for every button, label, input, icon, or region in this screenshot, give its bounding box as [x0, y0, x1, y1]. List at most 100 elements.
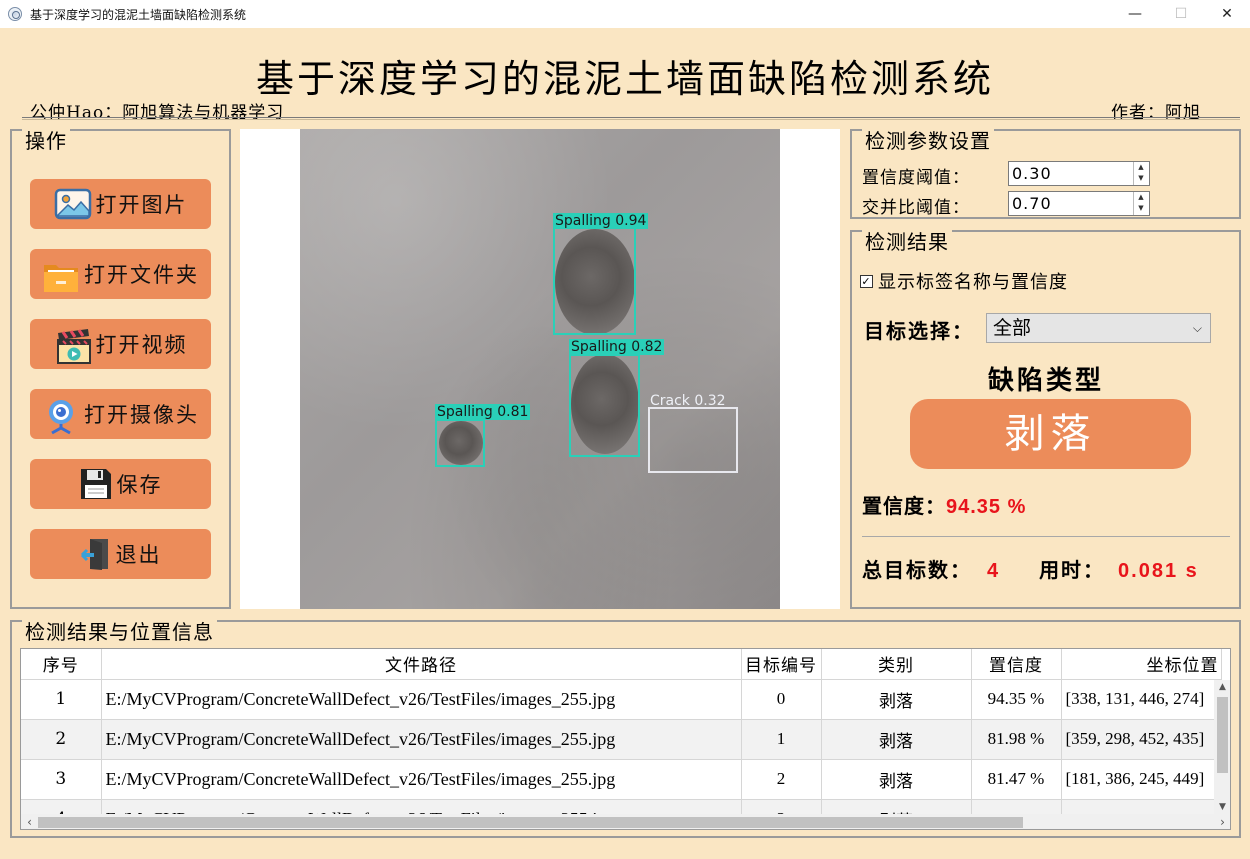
total-targets-value: 4: [986, 560, 1001, 582]
app-title: 基于深度学习的混泥土墙面缺陷检测系统: [255, 57, 994, 101]
floppy-disk-icon: [79, 467, 113, 501]
confidence-label: 置信度：: [862, 494, 946, 518]
exit-button[interactable]: 退出: [30, 529, 211, 579]
table-row[interactable]: 3 E:/MyCVProgram/ConcreteWallDefect_v26/…: [21, 759, 1222, 800]
results-table-grid: 序号 文件路径 目标编号 类别 置信度 坐标位置 1 E:/MyCVProgra…: [21, 649, 1222, 829]
window-titlebar: 基于深度学习的混泥土墙面缺陷检测系统 — ☐ ✕: [0, 0, 1250, 28]
table-group-label: 检测结果与位置信息: [22, 620, 217, 644]
image-display: Spalling 0.94 Spalling 0.82 Spalling 0.8…: [240, 129, 840, 609]
checkbox-checked-icon[interactable]: ✓: [860, 274, 873, 288]
save-button[interactable]: 保存: [30, 459, 211, 509]
chevron-down-icon: ⌵: [1192, 321, 1202, 335]
open-camera-button[interactable]: 打开摄像头: [30, 389, 211, 439]
maximize-button[interactable]: ☐: [1158, 0, 1204, 28]
results-divider: [862, 536, 1230, 537]
spin-arrows-icon[interactable]: ▲ ▼: [1133, 162, 1149, 185]
cell-target-id[interactable]: 1: [741, 719, 822, 760]
column-header-target-id[interactable]: 目标编号: [741, 649, 822, 680]
iou-threshold-label: 交并比阈值：: [862, 198, 970, 218]
stats-row: 总目标数： 4 用时： 0.081 s: [862, 554, 1199, 583]
cell-target-id[interactable]: 2: [741, 759, 822, 800]
cell-index[interactable]: 2: [21, 719, 102, 760]
header-divider: [22, 117, 1240, 118]
column-header-index[interactable]: 序号: [21, 649, 102, 680]
cell-path[interactable]: E:/MyCVProgram/ConcreteWallDefect_v26/Te…: [101, 719, 742, 760]
detection-label-3: Spalling 0.81: [435, 404, 531, 420]
cell-position[interactable]: [338, 131, 446, 274]: [1061, 679, 1222, 720]
window-title: 基于深度学习的混泥土墙面缺陷检测系统: [30, 7, 247, 22]
vertical-scrollbar[interactable]: ▲ ▼: [1214, 680, 1230, 815]
cell-class[interactable]: 剥落: [821, 759, 972, 800]
column-header-class[interactable]: 类别: [821, 649, 972, 680]
params-group-label: 检测参数设置: [862, 129, 994, 153]
target-select-value: 全部: [993, 317, 1032, 339]
cell-target-id[interactable]: 0: [741, 679, 822, 720]
column-header-path[interactable]: 文件路径: [101, 649, 742, 680]
exit-door-icon: [80, 537, 112, 571]
concrete-wall-image: Spalling 0.94 Spalling 0.82 Spalling 0.8…: [300, 129, 780, 609]
open-image-label: 打开图片: [95, 193, 188, 217]
show-labels-text: 显示标签名称与置信度: [878, 272, 1068, 293]
cell-position[interactable]: [181, 386, 245, 449]: [1061, 759, 1222, 800]
scroll-right-icon[interactable]: ›: [1214, 814, 1230, 829]
folder-icon: [42, 257, 80, 292]
show-labels-checkbox[interactable]: ✓ 显示标签名称与置信度: [860, 268, 1068, 294]
elapsed-time-label: 用时：: [1039, 558, 1106, 582]
open-camera-label: 打开摄像头: [84, 403, 199, 427]
table-row[interactable]: 2 E:/MyCVProgram/ConcreteWallDefect_v26/…: [21, 719, 1222, 760]
header-divider-shadow: [22, 119, 1240, 120]
cell-path[interactable]: E:/MyCVProgram/ConcreteWallDefect_v26/Te…: [101, 679, 742, 720]
cell-class[interactable]: 剥落: [821, 719, 972, 760]
results-table[interactable]: 序号 文件路径 目标编号 类别 置信度 坐标位置 1 E:/MyCVProgra…: [20, 648, 1231, 830]
table-row[interactable]: 1 E:/MyCVProgram/ConcreteWallDefect_v26/…: [21, 679, 1222, 720]
scroll-down-icon[interactable]: ▼: [1214, 800, 1230, 815]
conf-threshold-value: 0.30: [1012, 164, 1052, 183]
open-video-button[interactable]: 打开视频: [30, 319, 211, 369]
operations-group-label: 操作: [22, 129, 70, 153]
open-video-label: 打开视频: [95, 333, 188, 357]
detection-box-2: [569, 354, 640, 457]
close-button[interactable]: ✕: [1204, 0, 1250, 28]
cell-confidence[interactable]: 81.47 %: [971, 759, 1062, 800]
open-folder-label: 打开文件夹: [84, 263, 199, 287]
webcam-icon: [42, 397, 80, 435]
detection-label-2: Spalling 0.82: [569, 339, 665, 355]
image-icon: [54, 187, 92, 221]
conf-threshold-spinbox[interactable]: 0.30 ▲ ▼: [1008, 161, 1150, 186]
cell-index[interactable]: 3: [21, 759, 102, 800]
save-label: 保存: [116, 473, 163, 497]
cell-class[interactable]: 剥落: [821, 679, 972, 720]
spin-arrows-icon[interactable]: ▲ ▼: [1133, 192, 1149, 215]
open-folder-button[interactable]: 打开文件夹: [30, 249, 211, 299]
conf-threshold-label: 置信度阈值：: [862, 168, 970, 188]
open-image-button[interactable]: 打开图片: [30, 179, 211, 229]
column-header-confidence[interactable]: 置信度: [971, 649, 1062, 680]
defect-type-badge: 剥落: [910, 399, 1191, 469]
column-header-position[interactable]: 坐标位置: [1061, 649, 1222, 680]
scroll-left-icon[interactable]: ‹: [21, 814, 38, 829]
cell-confidence[interactable]: 94.35 %: [971, 679, 1062, 720]
cell-confidence[interactable]: 81.98 %: [971, 719, 1062, 760]
iou-threshold-spinbox[interactable]: 0.70 ▲ ▼: [1008, 191, 1150, 216]
confidence-row: 置信度：94.35 %: [862, 490, 1026, 519]
scroll-up-icon[interactable]: ▲: [1214, 680, 1230, 695]
horizontal-scrollbar[interactable]: ‹ ›: [21, 814, 1230, 829]
total-targets-label: 总目标数：: [862, 558, 972, 582]
horizontal-scroll-thumb[interactable]: [38, 817, 1023, 828]
video-icon: [54, 327, 92, 364]
app-icon: [8, 7, 22, 21]
minimize-button[interactable]: —: [1112, 0, 1158, 28]
cell-path[interactable]: E:/MyCVProgram/ConcreteWallDefect_v26/Te…: [101, 759, 742, 800]
detection-box-4: [648, 407, 738, 473]
detection-box-3: [435, 419, 485, 467]
target-select-label: 目标选择：: [864, 319, 974, 343]
window-controls: — ☐ ✕: [1112, 0, 1250, 28]
iou-threshold-value: 0.70: [1012, 194, 1052, 213]
target-select[interactable]: 全部 ⌵: [986, 313, 1211, 343]
cell-position[interactable]: [359, 298, 452, 435]: [1061, 719, 1222, 760]
detection-box-1: [553, 227, 636, 335]
cell-index[interactable]: 1: [21, 679, 102, 720]
confidence-value: 94.35 %: [946, 496, 1027, 518]
exit-label: 退出: [115, 543, 162, 567]
vertical-scroll-thumb[interactable]: [1217, 697, 1228, 773]
